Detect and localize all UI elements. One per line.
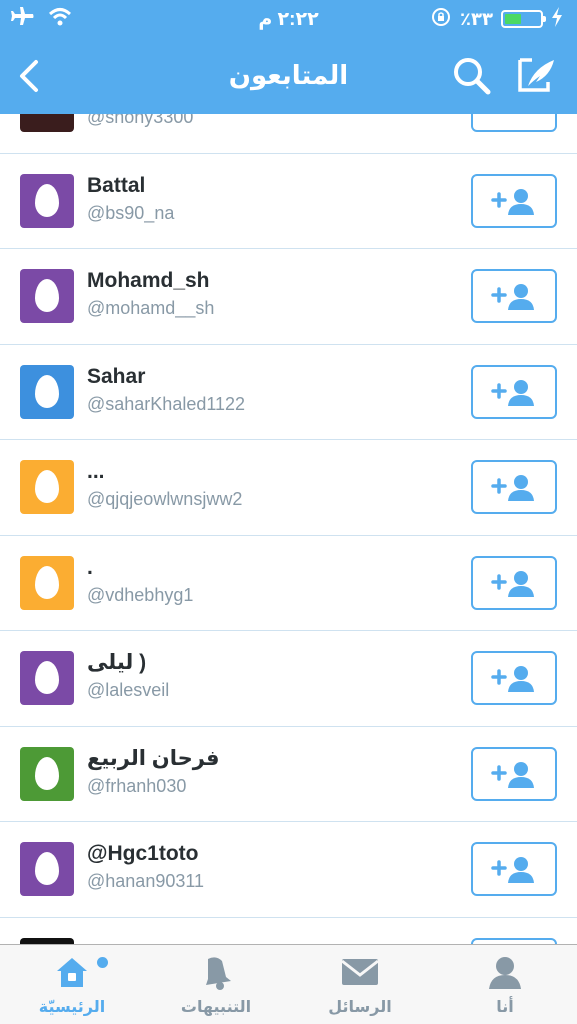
follower-handle: @bs90_na <box>87 202 175 223</box>
follower-row[interactable]: ... @qjqjeowlwnsjww2 <box>0 440 577 536</box>
tab-bar: الرئيسيّة التنبيهات الرسائل أنا <box>0 944 577 1024</box>
rotation-lock-icon <box>430 6 452 33</box>
follower-row[interactable]: @Hgc1toto @hanan90311 <box>0 822 577 918</box>
battery-percent: ٪٣٣ <box>460 8 493 29</box>
default-egg-icon <box>35 374 59 408</box>
follow-button[interactable] <box>471 364 557 419</box>
avatar[interactable] <box>20 651 74 705</box>
compose-quill-icon <box>518 58 554 92</box>
tab-me[interactable]: أنا <box>433 945 577 1024</box>
follower-name: فرحان الربيع <box>87 746 220 770</box>
follower-row[interactable]: Battal @bs90_na <box>0 154 577 249</box>
notification-dot <box>97 957 108 968</box>
status-bar: ٢:٢٢ م ٪٣٣ <box>0 0 577 38</box>
follow-person-plus-icon <box>491 857 534 883</box>
follow-button[interactable] <box>471 173 557 228</box>
tab-label: الرسائل <box>328 999 392 1016</box>
follower-row[interactable]: Sahar @saharKhaled1122 <box>0 345 577 440</box>
battery-icon <box>501 10 546 28</box>
follower-name: Mohamd_sh <box>87 269 210 292</box>
follower-handle: @saharKhaled1122 <box>87 393 246 414</box>
avatar[interactable] <box>20 173 74 228</box>
search-button[interactable] <box>450 54 494 98</box>
follower-row[interactable]: ليلى ) @lalesveil <box>0 631 577 727</box>
default-egg-icon <box>35 661 59 694</box>
charging-icon <box>551 6 563 32</box>
default-egg-icon <box>35 470 59 503</box>
follower-handle: @lalesveil <box>87 680 170 700</box>
follower-handle: @hanan90311 <box>87 871 205 891</box>
follower-handle: @vdhebhyg1 <box>87 584 194 605</box>
follower-name: . <box>87 555 93 579</box>
default-egg-icon <box>35 756 59 790</box>
envelope-icon <box>340 955 380 994</box>
follow-button[interactable] <box>471 651 557 705</box>
avatar[interactable] <box>20 460 74 514</box>
avatar[interactable] <box>20 842 74 896</box>
tab-notifications[interactable]: التنبيهات <box>144 945 288 1024</box>
follower-handle: @frhanh030 <box>87 775 187 796</box>
follower-name: Battal <box>87 173 146 197</box>
follow-person-plus-icon <box>491 379 534 406</box>
follower-row[interactable]: . @vdhebhyg1 <box>0 536 577 631</box>
avatar[interactable] <box>20 746 74 801</box>
tab-label: الرئيسيّة <box>38 999 106 1016</box>
follower-name: ... <box>87 460 105 483</box>
follow-person-plus-icon <box>491 666 534 692</box>
default-egg-icon <box>35 852 59 885</box>
default-egg-icon <box>35 565 59 599</box>
followers-list[interactable]: @shony3300 Battal @bs90_na Mohamd_sh @moham… <box>0 58 577 1013</box>
follow-button[interactable] <box>471 269 557 323</box>
avatar[interactable] <box>20 364 74 419</box>
follower-handle: @mohamd__sh <box>87 298 215 318</box>
default-egg-icon <box>35 279 59 312</box>
nav-bar: المتابعون <box>0 38 577 114</box>
follower-name: Sahar <box>87 364 146 388</box>
compose-tweet-button[interactable] <box>514 54 560 98</box>
follower-row[interactable]: فرحان الربيع @frhanh030 <box>0 727 577 822</box>
tab-label: أنا <box>496 999 514 1016</box>
tab-home[interactable]: الرئيسيّة <box>0 945 144 1024</box>
follow-person-plus-icon <box>491 761 534 788</box>
person-icon <box>487 955 523 996</box>
follow-person-plus-icon <box>491 284 534 310</box>
follower-handle: @qjqjeowlwnsjww2 <box>87 489 243 509</box>
tab-messages[interactable]: الرسائل <box>288 945 432 1024</box>
follower-name: @Hgc1toto <box>87 842 199 865</box>
search-icon <box>454 58 491 95</box>
avatar[interactable] <box>20 555 74 610</box>
follow-person-plus-icon <box>491 475 534 501</box>
follow-button[interactable] <box>471 842 557 896</box>
default-egg-icon <box>35 183 59 217</box>
follow-person-plus-icon <box>491 570 534 597</box>
home-icon <box>54 955 90 994</box>
follow-person-plus-icon <box>491 188 534 215</box>
follower-row[interactable]: Mohamd_sh @mohamd__sh <box>0 249 577 345</box>
follow-button[interactable] <box>471 555 557 610</box>
follower-name: ليلى ) <box>87 651 147 674</box>
top-header: ٢:٢٢ م ٪٣٣ المتابعون <box>0 0 577 114</box>
follow-button[interactable] <box>471 460 557 514</box>
avatar[interactable] <box>20 269 74 323</box>
follow-button[interactable] <box>471 746 557 801</box>
bell-icon <box>198 955 234 996</box>
tab-label: التنبيهات <box>180 999 252 1016</box>
followers-screen: @shony3300 Battal @bs90_na Mohamd_sh @moham… <box>0 0 577 1024</box>
